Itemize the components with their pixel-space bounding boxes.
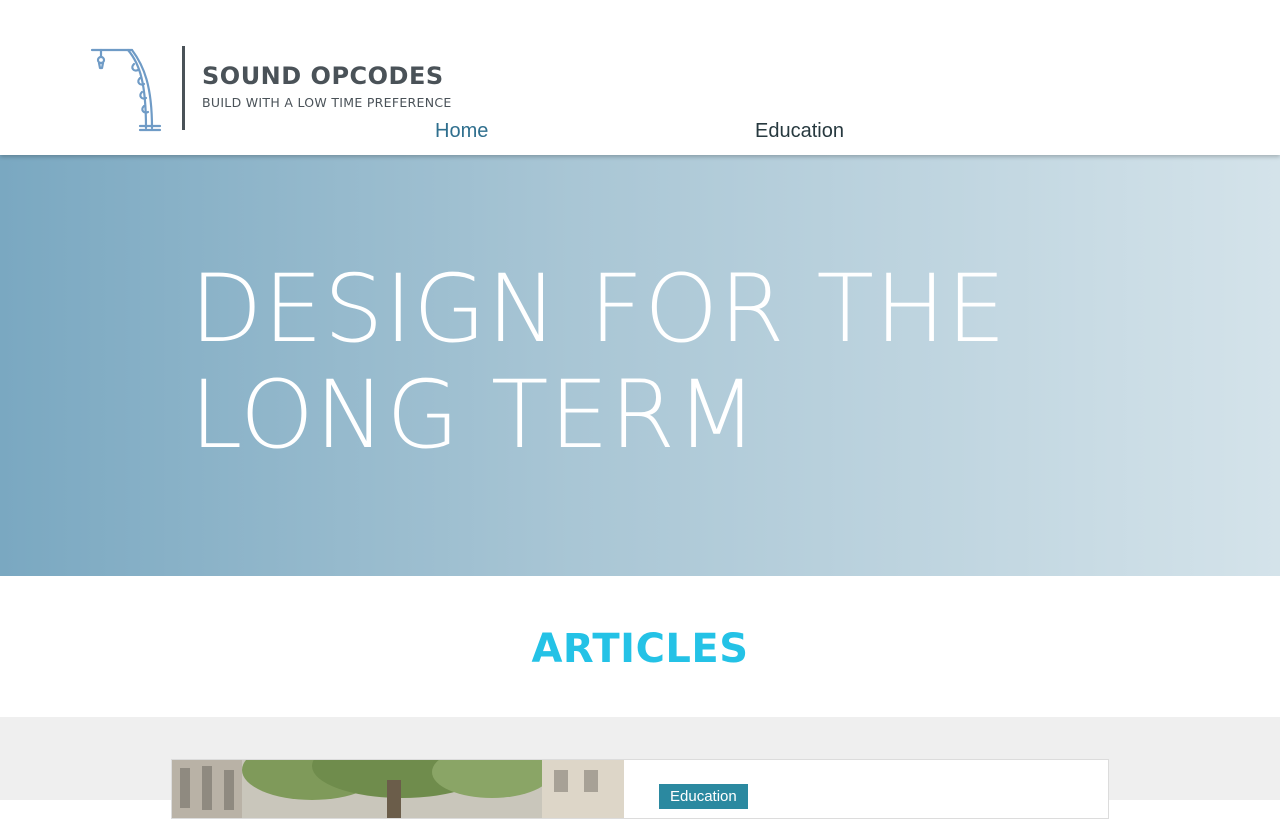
- logo-divider: [182, 46, 185, 130]
- site-header: SOUND OPCODES BUILD WITH A LOW TIME PREF…: [0, 0, 1280, 155]
- brand-tagline: BUILD WITH A LOW TIME PREFERENCE: [202, 95, 452, 110]
- articles-feed: Education: [0, 717, 1280, 819]
- category-tag[interactable]: Education: [659, 784, 748, 809]
- article-card[interactable]: Education: [171, 759, 1109, 819]
- hero-title-line-2: LONG TERM: [190, 361, 759, 470]
- brand-name: SOUND OPCODES: [202, 62, 444, 90]
- hero-title: DESIGN FOR THE LONG TERM: [190, 257, 1090, 469]
- article-cover-image[interactable]: [172, 760, 624, 818]
- nav-item-education[interactable]: Education: [755, 120, 844, 143]
- hero-banner: DESIGN FOR THE LONG TERM: [0, 155, 1280, 576]
- site-logo[interactable]: SOUND OPCODES BUILD WITH A LOW TIME PREF…: [80, 40, 452, 136]
- ornate-lamp-post-icon: [90, 48, 162, 132]
- article-card-body: Education: [624, 760, 1108, 818]
- articles-heading: ARTICLES: [531, 626, 749, 672]
- cover-photo-illustration: [172, 760, 624, 818]
- nav-item-home[interactable]: Home: [435, 120, 488, 143]
- hero-title-line-1: DESIGN FOR THE: [190, 255, 1007, 364]
- articles-section: ARTICLES: [0, 576, 1280, 717]
